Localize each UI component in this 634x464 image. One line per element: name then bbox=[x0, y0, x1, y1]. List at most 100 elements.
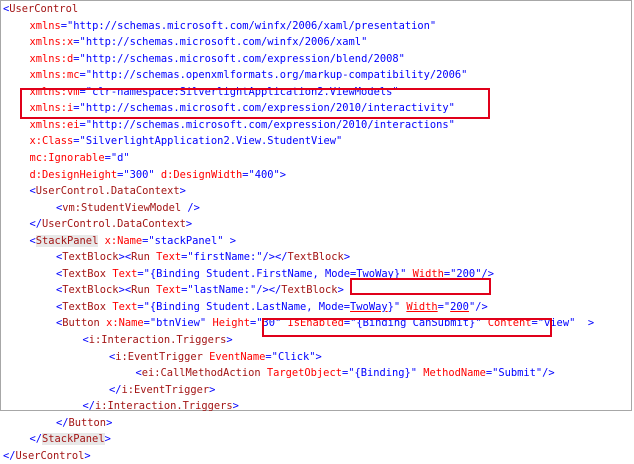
code-token: =" bbox=[437, 300, 451, 313]
code-token: "/></ bbox=[256, 251, 288, 264]
code-token: " > bbox=[569, 317, 595, 330]
code-token: UserControl bbox=[15, 449, 85, 462]
code-line: <UserControl.DataContext> bbox=[30, 183, 186, 199]
code-token: Text bbox=[149, 284, 182, 297]
code-token: x:Name bbox=[98, 234, 143, 247]
code-token: EventName bbox=[202, 350, 266, 363]
code-token: Text bbox=[149, 251, 182, 264]
code-line: xmlns:ei="http://schemas.microsoft.com/e… bbox=[30, 117, 455, 133]
code-token: =" bbox=[117, 168, 130, 181]
code-token: =" bbox=[242, 168, 255, 181]
code-line: <UserControl bbox=[3, 1, 78, 17]
code-line: xmlns="http://schemas.microsoft.com/winf… bbox=[30, 18, 437, 34]
code-token: =" bbox=[265, 350, 278, 363]
code-token: "> bbox=[309, 350, 322, 363]
code-token: StackPanel bbox=[42, 433, 105, 446]
code-token: " bbox=[199, 317, 213, 330]
code-token: xmlns:mc bbox=[29, 69, 80, 82]
code-token: d:DesignWidth bbox=[160, 168, 243, 181]
code-token: UserControl.DataContext bbox=[35, 185, 180, 198]
highlight-box-namespaces bbox=[20, 88, 490, 119]
code-token: < bbox=[29, 234, 36, 247]
code-token: http://schemas.microsoft.com/expression/… bbox=[92, 118, 449, 131]
code-token: xmlns:d bbox=[29, 52, 74, 65]
code-token: Height bbox=[212, 317, 250, 330]
code-line: xmlns:mc="http://schemas.openxmlformats.… bbox=[30, 67, 468, 83]
code-token: Click bbox=[277, 350, 310, 363]
code-token: MethodName bbox=[423, 367, 486, 380]
code-token: " bbox=[123, 151, 130, 164]
highlight-box-isenabled-binding bbox=[350, 278, 491, 295]
code-line: <ei:CallMethodAction TargetObject="{Bind… bbox=[136, 365, 555, 381]
code-token: Button bbox=[68, 416, 107, 429]
code-token: > bbox=[337, 284, 344, 297]
code-token: {Binding} bbox=[354, 367, 411, 380]
code-token: i:EventTrigger bbox=[121, 383, 210, 396]
code-token: =" bbox=[73, 52, 86, 65]
code-token: UserControl.DataContext bbox=[42, 218, 186, 231]
code-token: vm:StudentViewModel bbox=[62, 201, 182, 214]
code-token: TextBlock bbox=[287, 251, 344, 264]
code-token: " bbox=[148, 168, 161, 181]
code-token: {Binding Student.LastName, Mode= bbox=[149, 300, 351, 313]
code-token: /> bbox=[181, 201, 200, 214]
code-token: =" bbox=[181, 284, 194, 297]
code-line: <TextBox Text="{Binding Student.LastName… bbox=[56, 299, 488, 315]
code-line: </Button> bbox=[56, 415, 112, 431]
code-token: ei:CallMethodAction bbox=[141, 367, 261, 380]
code-token: " > bbox=[217, 234, 236, 247]
code-token: UserControl bbox=[9, 3, 79, 15]
code-token: =" bbox=[341, 367, 355, 380]
code-token: =" bbox=[60, 19, 74, 32]
code-token: d:DesignHeight bbox=[29, 168, 118, 181]
code-token: > bbox=[226, 334, 233, 346]
code-token: "/> bbox=[535, 367, 555, 380]
code-token: xmlns:x bbox=[29, 36, 74, 49]
code-line: <StackPanel x:Name="stackPanel" > bbox=[30, 233, 236, 249]
code-token: > bbox=[209, 383, 216, 396]
code-token: " bbox=[336, 135, 343, 148]
code-line: </i:EventTrigger> bbox=[109, 382, 215, 398]
code-line: </i:Interaction.Triggers> bbox=[83, 398, 239, 414]
code-token: </ bbox=[56, 416, 69, 429]
code-line: </UserControl.DataContext> bbox=[30, 216, 193, 232]
code-token: =" bbox=[143, 317, 157, 330]
code-token: =" bbox=[79, 118, 93, 131]
code-token: </ bbox=[82, 400, 96, 413]
code-token: > bbox=[179, 185, 186, 198]
code-token: > bbox=[185, 218, 193, 231]
code-token: mc:Ignorable bbox=[29, 151, 105, 164]
code-token: http://schemas.openxmlformats.org/markup… bbox=[92, 69, 462, 82]
code-token: Button bbox=[62, 317, 100, 330]
code-line: x:Class="SilverlightApplication2.View.St… bbox=[30, 133, 343, 149]
xaml-code-editor[interactable]: <UserControl xmlns="http://schemas.micros… bbox=[0, 0, 634, 462]
code-line: <TextBlock><Run Text="lastName:"/></Text… bbox=[56, 282, 344, 298]
code-token: 300 bbox=[129, 168, 149, 181]
code-token: >< bbox=[118, 251, 132, 264]
code-line: </UserControl> bbox=[3, 448, 91, 464]
code-token: =" bbox=[249, 317, 263, 330]
code-token: Text bbox=[106, 267, 138, 280]
code-token: > bbox=[104, 433, 111, 446]
code-token: " bbox=[361, 36, 368, 49]
code-token: " bbox=[393, 300, 407, 313]
code-token: Run bbox=[131, 284, 150, 297]
code-token: =" bbox=[142, 234, 155, 247]
code-token: " bbox=[429, 19, 437, 32]
code-line: xmlns:x="http://schemas.microsoft.com/wi… bbox=[30, 34, 368, 50]
code-line: <i:EventTrigger EventName="Click"> bbox=[109, 349, 322, 365]
code-token: TextBox bbox=[62, 267, 107, 280]
code-token: Submit bbox=[498, 367, 536, 380]
code-token: TargetObject bbox=[260, 367, 342, 380]
code-token: Width bbox=[406, 300, 438, 313]
code-token: </ bbox=[29, 218, 43, 231]
code-line: <vm:StudentViewModel /> bbox=[56, 200, 200, 216]
code-token: TextBox bbox=[62, 300, 107, 313]
code-line: <TextBlock><Run Text="firstName:"/></Tex… bbox=[56, 249, 350, 265]
code-token: =" bbox=[73, 36, 86, 49]
code-token: > bbox=[106, 416, 113, 429]
code-token: xmlns bbox=[29, 19, 61, 32]
code-token: TextBlock bbox=[62, 251, 119, 264]
code-token: btnView bbox=[156, 317, 200, 330]
code-token: firstName: bbox=[193, 251, 257, 264]
